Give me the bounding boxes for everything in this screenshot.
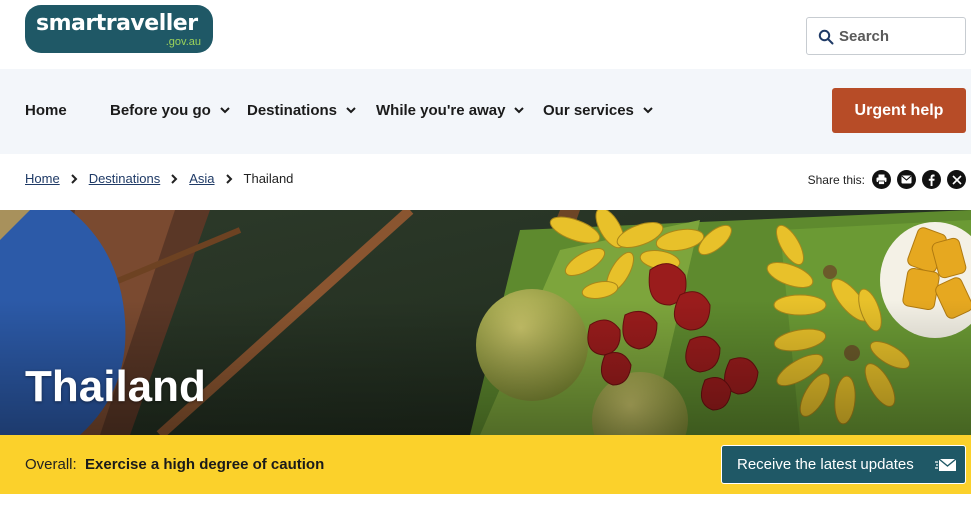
chevron-right-icon — [70, 173, 78, 184]
print-icon[interactable] — [872, 170, 891, 189]
page-title: Thailand — [25, 362, 206, 411]
logo-domain: .gov.au — [165, 36, 201, 48]
travel-advice-level-bar: Overall: Exercise a high degree of cauti… — [0, 435, 971, 494]
chevron-down-icon — [346, 107, 356, 114]
chevron-right-icon — [225, 173, 232, 184]
receive-updates-button[interactable]: Receive the latest updates — [721, 445, 966, 484]
logo-wordmark: smartraveller — [36, 11, 198, 36]
nav-item-label: Destinations — [247, 102, 338, 119]
nav-item-home[interactable]: Home — [25, 102, 67, 119]
advice-level-label: Overall: — [25, 456, 77, 473]
x-icon[interactable] — [947, 170, 966, 189]
nav-item-label: Home — [25, 102, 67, 119]
advice-level-value: Exercise a high degree of caution — [85, 456, 325, 473]
mail-icon — [935, 458, 957, 471]
breadcrumb-link-destinations[interactable]: Destinations — [89, 171, 161, 186]
hero-banner: Thailand — [0, 210, 971, 435]
search-box[interactable] — [806, 17, 966, 55]
nav-item-before-you-go[interactable]: Before you go — [110, 102, 230, 119]
nav-item-label: Before you go — [110, 102, 211, 119]
email-icon[interactable] — [897, 170, 916, 189]
header: smartraveller .gov.au — [0, 0, 971, 69]
nav-item-label: Our services — [543, 102, 634, 119]
nav-item-label: While you're away — [376, 102, 506, 119]
share-label: Share this: — [807, 172, 865, 187]
nav-item-our-services[interactable]: Our services — [543, 102, 653, 119]
chevron-down-icon — [643, 107, 653, 114]
search-icon[interactable] — [818, 29, 834, 45]
chevron-right-icon — [171, 173, 178, 184]
breadcrumb-link-asia[interactable]: Asia — [189, 171, 214, 186]
search-input[interactable] — [839, 25, 959, 47]
nav-item-while-youre-away[interactable]: While you're away — [376, 102, 525, 119]
breadcrumb-current: Thailand — [243, 171, 294, 186]
facebook-icon[interactable] — [922, 170, 941, 189]
main-nav: Home Before you go Destinations While yo… — [0, 69, 971, 154]
breadcrumb: Home Destinations Asia Thailand — [25, 171, 293, 186]
breadcrumb-link-home[interactable]: Home — [25, 171, 60, 186]
chevron-down-icon — [514, 107, 525, 114]
urgent-help-button[interactable]: Urgent help — [832, 88, 966, 133]
chevron-down-icon — [220, 107, 230, 114]
share-bar: Share this: — [808, 170, 966, 189]
smartraveller-logo[interactable]: smartraveller .gov.au — [25, 5, 213, 53]
nav-item-destinations[interactable]: Destinations — [247, 102, 356, 119]
receive-updates-label: Receive the latest updates — [737, 456, 914, 473]
